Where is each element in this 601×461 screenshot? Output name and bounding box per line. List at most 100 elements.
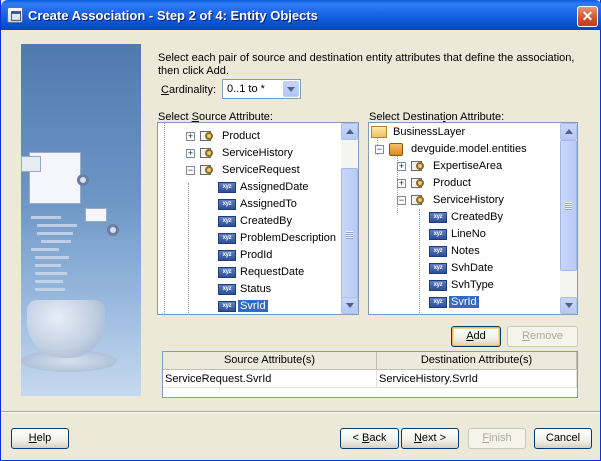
scroll-up-button[interactable] (341, 123, 358, 140)
source-tree-row[interactable]: xyz RequestDate (158, 264, 338, 281)
source-tree-row[interactable]: xyz AssignedTo (158, 196, 338, 213)
add-button[interactable]: Add (451, 326, 501, 347)
window-icon (7, 7, 23, 23)
scroll-up-button[interactable] (560, 123, 577, 140)
remove-button[interactable]: Remove (507, 326, 578, 347)
destination-tree-row[interactable]: xyz LineNo (369, 226, 549, 243)
attribute-icon: xyz (429, 229, 447, 240)
destination-tree-label: ExpertiseArea (433, 160, 503, 172)
destination-tree-row[interactable]: xyz SvrId (369, 294, 549, 311)
source-tree-row[interactable]: xyz AssignedDate (158, 179, 338, 196)
attribute-icon: xyz (429, 212, 447, 223)
next-button[interactable]: Next > (401, 428, 459, 449)
destination-tree-row[interactable]: xyz SvhType (369, 277, 549, 294)
attribute-icon: xyz (218, 199, 236, 210)
decor-card (21, 156, 41, 172)
attribute-icon: xyz (218, 233, 236, 244)
destination-tree-label: CreatedBy (451, 211, 503, 223)
source-tree-row[interactable]: + ServiceHistory (158, 145, 338, 162)
destination-tree-row[interactable]: + ExpertiseArea (369, 158, 549, 175)
destination-tree-row[interactable]: − devguide.model.entities (369, 141, 549, 158)
destination-tree-row[interactable]: xyz CreatedBy (369, 209, 549, 226)
destination-tree-row[interactable]: − ServiceHistory (369, 192, 549, 209)
footer-separator (1, 411, 600, 413)
source-tree-row[interactable]: − ServiceRequest (158, 162, 338, 179)
scroll-thumb[interactable] (560, 140, 577, 271)
destination-tree-row[interactable]: + Product (369, 175, 549, 192)
create-association-dialog: Create Association - Step 2 of 4: Entity… (0, 0, 601, 461)
entity-object-icon (411, 176, 427, 191)
source-tree-label: AssignedDate (240, 181, 309, 193)
destination-scrollbar[interactable] (560, 123, 577, 314)
entity-object-icon (200, 163, 216, 178)
cardinality-select[interactable]: 0..1 to * (222, 79, 301, 99)
destination-tree-label: SvrId (449, 296, 479, 308)
column-header-destination[interactable]: Destination Attribute(s) (377, 352, 577, 370)
attribute-icon: xyz (429, 297, 447, 308)
source-tree-label: ServiceRequest (222, 164, 300, 176)
association-attributes-table: Source Attribute(s) Destination Attribut… (162, 351, 578, 398)
help-button[interactable]: Help (11, 428, 69, 449)
attribute-icon: xyz (429, 280, 447, 291)
cardinality-label: Cardinality: (161, 84, 217, 96)
attribute-icon: xyz (429, 263, 447, 274)
cancel-button[interactable]: Cancel (534, 428, 592, 449)
collapse-icon[interactable]: − (397, 196, 406, 205)
collapse-icon[interactable]: − (375, 145, 384, 154)
source-attribute-tree[interactable]: + Product + ServiceHistory − ServiceRequest xy… (157, 122, 359, 315)
scroll-down-button[interactable] (341, 297, 358, 314)
decor-card (85, 208, 107, 222)
destination-tree-row[interactable]: BusinessLayer (369, 124, 549, 141)
chevron-down-icon[interactable] (283, 81, 299, 97)
finish-button[interactable]: Finish (468, 428, 526, 449)
source-tree-label: Status (240, 283, 272, 295)
source-tree-row[interactable]: xyz CreatedBy (158, 213, 338, 230)
source-tree-row[interactable]: xyz ProblemDescription (158, 230, 338, 247)
expand-icon[interactable]: + (397, 162, 406, 171)
table-cell-source[interactable]: ServiceRequest.SvrId (163, 371, 377, 388)
window-title: Create Association - Step 2 of 4: Entity… (28, 8, 318, 23)
scroll-thumb[interactable] (341, 168, 358, 301)
expand-icon[interactable]: + (186, 132, 195, 141)
scroll-down-button[interactable] (560, 297, 577, 314)
package-icon (389, 143, 403, 156)
destination-tree-row[interactable]: xyz Notes (369, 243, 549, 260)
destination-tree-label: SvhDate (451, 262, 494, 274)
gear-icon (77, 174, 89, 186)
entity-object-icon (411, 159, 427, 174)
entity-object-icon (411, 193, 427, 208)
close-button[interactable]: ✕ (577, 6, 598, 27)
collapse-icon[interactable]: − (186, 166, 195, 175)
source-tree-row[interactable]: + Product (158, 128, 338, 145)
source-scrollbar[interactable] (341, 123, 358, 314)
destination-tree-row[interactable]: xyz SvhDate (369, 260, 549, 277)
destination-tree-label: BusinessLayer (393, 126, 466, 138)
expand-icon[interactable]: + (186, 149, 195, 158)
attribute-icon: xyz (218, 250, 236, 261)
expand-icon[interactable]: + (397, 179, 406, 188)
back-button[interactable]: < Back (340, 428, 399, 449)
attribute-icon: xyz (218, 216, 236, 227)
attribute-icon: xyz (218, 182, 236, 193)
source-tree-label: Product (222, 130, 260, 142)
source-tree-row[interactable]: xyz ProdId (158, 247, 338, 264)
destination-attribute-tree[interactable]: BusinessLayer − devguide.model.entities + Ex… (368, 122, 578, 315)
title-bar: Create Association - Step 2 of 4: Entity… (1, 0, 601, 30)
entity-object-icon (200, 129, 216, 144)
source-tree-label: RequestDate (240, 266, 305, 278)
source-tree-label: ServiceHistory (222, 147, 293, 159)
attribute-icon: xyz (218, 301, 236, 312)
source-tree-row[interactable]: xyz Status (158, 281, 338, 298)
destination-tree-label: LineNo (451, 228, 486, 240)
destination-tree-label: ServiceHistory (433, 194, 504, 206)
folder-icon (371, 126, 387, 138)
destination-tree-label: SvhType (451, 279, 494, 291)
source-tree-label: AssignedTo (240, 198, 297, 210)
column-header-source[interactable]: Source Attribute(s) (163, 352, 377, 370)
destination-tree-label: Product (433, 177, 471, 189)
wizard-side-image (21, 44, 141, 396)
instructions-text: Select each pair of source and destinati… (158, 52, 575, 77)
source-tree-row[interactable]: xyz SvrId (158, 298, 338, 314)
attribute-icon: xyz (218, 267, 236, 278)
table-cell-destination[interactable]: ServiceHistory.SvrId (377, 371, 577, 388)
